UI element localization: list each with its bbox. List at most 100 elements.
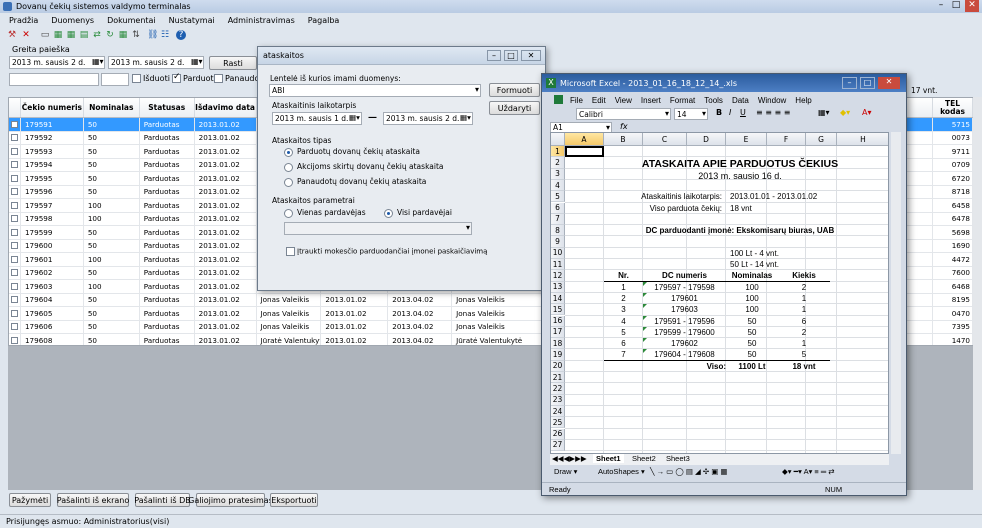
search-input-2[interactable] xyxy=(101,73,129,86)
move-icon[interactable]: ⇄ xyxy=(92,30,102,40)
form-report-button[interactable]: Formuoti xyxy=(489,83,540,97)
spreadsheet[interactable]: A B C D E F G H 1 2 3 4 5 6 7 8 9 10 11 12 13 14 15 16 17 18 19 20 2… xyxy=(550,132,889,454)
underline-button[interactable]: U xyxy=(740,108,746,117)
row-checkbox-cell[interactable] xyxy=(9,266,21,279)
tools-icon[interactable]: ⚒ xyxy=(7,30,17,40)
excel-minimize-button[interactable]: – xyxy=(842,77,857,89)
select-button[interactable]: Pažymėti xyxy=(9,493,51,507)
row-checkbox[interactable] xyxy=(11,120,18,128)
autoshapes-menu[interactable]: AutoShapes ▾ xyxy=(598,467,645,476)
menu-duomenys[interactable]: Duomenys xyxy=(51,16,94,25)
font-name-select[interactable]: Calibri xyxy=(576,108,671,120)
radio-all-sellers[interactable] xyxy=(384,208,393,218)
header-nominal[interactable]: Nominalas xyxy=(84,98,140,117)
column-header[interactable]: A xyxy=(565,133,604,146)
menu-dokumentai[interactable]: Dokumentai xyxy=(107,16,156,25)
row-checkbox-cell[interactable] xyxy=(9,131,21,144)
excel-menu-window[interactable]: Window xyxy=(758,96,786,105)
one-seller-radio[interactable]: Vienas pardavėjas xyxy=(284,208,366,218)
draw-menu[interactable]: Draw ▾ xyxy=(554,467,577,476)
flip-icon[interactable]: ⇅ xyxy=(131,30,141,40)
row-header[interactable]: 18 xyxy=(551,338,565,350)
export-button[interactable]: Eksportuoti xyxy=(270,493,318,507)
dialog-maximize-button[interactable]: □ xyxy=(504,50,518,61)
row-header[interactable]: 15 xyxy=(551,304,565,316)
sheet-tab-2[interactable]: Sheet2 xyxy=(629,454,659,463)
align-icon[interactable]: ≡ ≡ ≡ ≡ xyxy=(756,108,790,117)
row-checkbox[interactable] xyxy=(11,215,18,223)
row-checkbox[interactable] xyxy=(11,282,18,290)
sheet-nav-icon[interactable]: ◀◀◀▶▶▶ xyxy=(552,454,587,463)
minimize-button[interactable]: – xyxy=(935,0,947,12)
search-from-date[interactable]: 2013 m. sausis 2 d. ▦▾ xyxy=(9,56,105,69)
bold-button[interactable]: B xyxy=(716,108,722,117)
calendar-icon[interactable]: ▦▾ xyxy=(460,113,471,122)
row-checkbox[interactable] xyxy=(11,161,18,169)
issued-checkbox[interactable]: Išduoti xyxy=(132,74,170,83)
row-header[interactable]: 17 xyxy=(551,326,565,339)
close-button[interactable]: ✕ xyxy=(965,0,979,12)
seller-select[interactable] xyxy=(284,222,472,235)
row-checkbox[interactable] xyxy=(11,296,18,304)
menu-administravimas[interactable]: Administravimas xyxy=(228,16,295,25)
row-checkbox[interactable] xyxy=(11,147,18,155)
menu-nustatymai[interactable]: Nustatymai xyxy=(169,16,215,25)
type-used-radio[interactable]: Panaudotų dovanų čekių ataskaita xyxy=(284,177,426,187)
tax-check[interactable] xyxy=(286,247,295,256)
sheet-tab-3[interactable]: Sheet3 xyxy=(663,454,693,463)
row-checkbox-cell[interactable] xyxy=(9,145,21,158)
row-checkbox-cell[interactable] xyxy=(9,334,21,345)
font-size-select[interactable]: 14 xyxy=(674,108,708,120)
excel-vscrollbar[interactable] xyxy=(891,132,901,454)
import-icon[interactable]: ▦ xyxy=(66,30,76,40)
row-header[interactable]: 21 xyxy=(551,372,565,384)
dialog-close-button[interactable]: ✕ xyxy=(521,50,541,61)
row-checkbox-cell[interactable] xyxy=(9,239,21,252)
fill-color-icon[interactable]: ◆▾ xyxy=(840,108,850,117)
row-checkbox-cell[interactable] xyxy=(9,212,21,225)
excel-menu-view[interactable]: View xyxy=(615,96,632,105)
excel-menu-help[interactable]: Help xyxy=(795,96,811,105)
radio-promo[interactable] xyxy=(284,162,293,172)
used-check[interactable] xyxy=(214,74,223,83)
type-sold-radio[interactable]: Parduotų dovanų čekių ataskaita xyxy=(284,147,420,157)
row-checkbox-cell[interactable] xyxy=(9,293,21,306)
refresh-icon[interactable]: ↻ xyxy=(105,30,115,40)
copy-icon[interactable]: ▤ xyxy=(79,30,89,40)
row-header[interactable]: 1 xyxy=(551,146,565,158)
period-from-date[interactable]: 2013 m. sausis 1 d. ▦▾ xyxy=(272,112,362,125)
header-issue-date[interactable]: Išdavimo data xyxy=(195,98,257,117)
radio-sold[interactable] xyxy=(284,147,293,157)
active-cell[interactable] xyxy=(565,146,604,158)
row-checkbox[interactable] xyxy=(11,269,18,277)
row-header[interactable]: 4 xyxy=(551,179,565,192)
radio-used[interactable] xyxy=(284,177,293,187)
header-check-number[interactable]: Čekio numeris xyxy=(21,98,84,117)
link-icon[interactable]: ⛓ xyxy=(147,30,158,40)
row-header[interactable]: 11 xyxy=(551,259,565,271)
scrollbar[interactable] xyxy=(973,97,982,490)
row-checkbox-cell[interactable] xyxy=(9,199,21,212)
row-checkbox-cell[interactable] xyxy=(9,226,21,239)
header-status[interactable]: Statusas xyxy=(140,98,195,117)
borders-icon[interactable]: ▦▾ xyxy=(818,108,830,117)
row-checkbox[interactable] xyxy=(11,255,18,263)
new-icon[interactable]: ▭ xyxy=(40,30,50,40)
font-color-icon[interactable]: A▾ xyxy=(862,108,872,117)
calendar-icon[interactable]: ▦▾ xyxy=(191,57,203,66)
row-header[interactable]: 14 xyxy=(551,292,565,305)
row-checkbox-cell[interactable] xyxy=(9,185,21,198)
column-header[interactable]: E xyxy=(726,133,767,146)
sheet-tab-1[interactable]: Sheet1 xyxy=(593,454,624,463)
column-header[interactable]: G xyxy=(806,133,837,146)
search-button[interactable]: Rasti xyxy=(209,56,257,70)
delete-icon[interactable]: ✕ xyxy=(21,30,31,40)
row-checkbox-cell[interactable] xyxy=(9,118,21,131)
excel-maximize-button[interactable]: □ xyxy=(860,77,875,89)
row-header[interactable]: 3 xyxy=(551,168,565,180)
dialog-minimize-button[interactable]: – xyxy=(487,50,501,61)
row-header[interactable]: 6 xyxy=(551,202,565,214)
row-header[interactable]: 23 xyxy=(551,394,565,406)
row-header[interactable]: 5 xyxy=(551,191,565,203)
sold-check[interactable] xyxy=(172,72,181,83)
